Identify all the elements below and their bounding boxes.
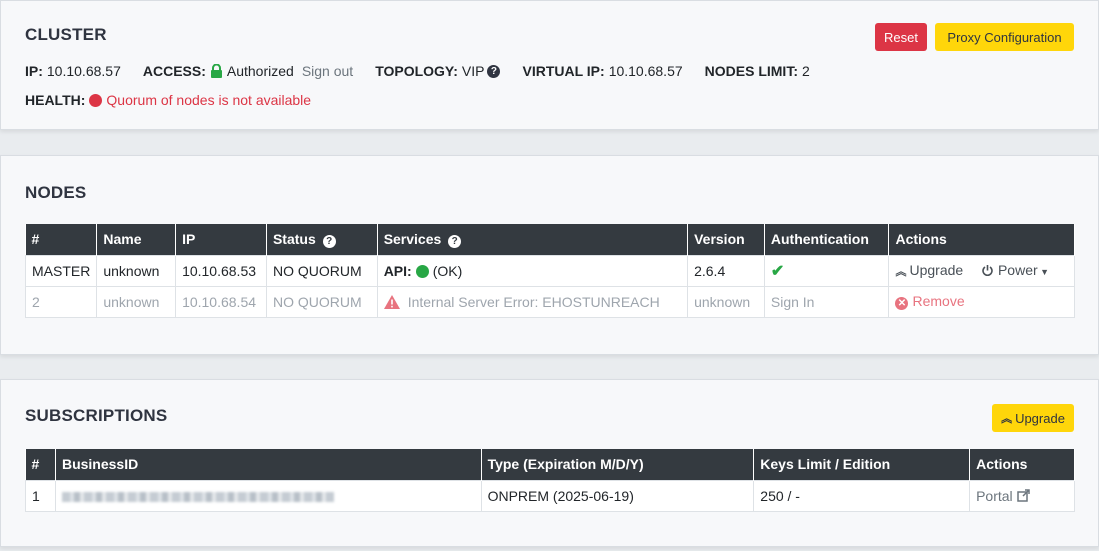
power-icon bbox=[982, 265, 993, 276]
node-services: Internal Server Error: EHOSTUNREACH bbox=[376, 285, 689, 318]
question-circle-icon[interactable]: ? bbox=[487, 64, 501, 78]
health-value: Quorum of nodes is not available bbox=[106, 92, 312, 108]
nodes-limit-value: 2 bbox=[802, 63, 810, 79]
green-dot-icon bbox=[415, 264, 429, 278]
col-actions: Actions bbox=[888, 224, 1075, 255]
service-error: Internal Server Error: EHOSTUNREACH bbox=[407, 293, 660, 310]
subscription-business-id bbox=[54, 479, 482, 512]
table-row: 1 ONPREM (2025-06-19) 250 / - Portal bbox=[25, 479, 1075, 512]
col-business-id: BusinessID bbox=[55, 449, 482, 480]
red-dot-icon bbox=[89, 93, 103, 107]
virtual-ip-value: 10.10.68.57 bbox=[608, 63, 683, 79]
portal-link[interactable]: Portal bbox=[969, 479, 1075, 512]
ip-group: IP: 10.10.68.57 bbox=[25, 63, 121, 79]
nodes-limit-group: NODES LIMIT: 2 bbox=[705, 63, 810, 79]
lock-icon bbox=[210, 64, 222, 78]
angle-double-up-icon: ︽ bbox=[895, 266, 907, 278]
nodes-panel: NODES # Name IP Status ? Services ? Vers… bbox=[0, 155, 1099, 355]
node-status: NO QUORUM bbox=[265, 285, 378, 318]
subscription-num: 1 bbox=[25, 479, 56, 512]
table-row: 2 unknown 10.10.68.54 NO QUORUM Internal… bbox=[24, 285, 1075, 318]
node-name: unknown bbox=[96, 254, 177, 287]
node-sign-in-link[interactable]: Sign In bbox=[763, 285, 890, 318]
angle-double-up-icon: ︽ bbox=[1001, 413, 1013, 425]
caret-down-icon: ▼ bbox=[1037, 267, 1050, 277]
col-services: Services ? bbox=[377, 224, 689, 255]
col-authentication: Authentication bbox=[764, 224, 890, 255]
service-label: API: bbox=[383, 262, 412, 279]
table-row: MASTER unknown 10.10.68.53 NO QUORUM API… bbox=[24, 254, 1075, 287]
question-circle-icon[interactable]: ? bbox=[322, 234, 336, 248]
upgrade-node-label: Upgrade bbox=[909, 262, 964, 278]
node-name: unknown bbox=[96, 285, 177, 318]
question-circle-icon[interactable]: ? bbox=[448, 234, 462, 248]
remove-label: Remove bbox=[912, 293, 965, 309]
access-value: Authorized bbox=[226, 63, 294, 79]
reset-button[interactable]: Reset bbox=[875, 23, 927, 51]
node-version: unknown bbox=[687, 285, 765, 318]
nodes-title: NODES bbox=[25, 183, 87, 202]
upgrade-subscription-button[interactable]: ︽ Upgrade bbox=[992, 404, 1074, 432]
node-num: MASTER bbox=[24, 254, 98, 287]
node-ip: 10.10.68.53 bbox=[175, 254, 267, 287]
virtual-ip-label: VIRTUAL IP: bbox=[522, 63, 605, 79]
nodes-header-row: # Name IP Status ? Services ? Version Au… bbox=[25, 224, 1075, 255]
subscription-type: ONPREM (2025-06-19) bbox=[480, 479, 755, 512]
times-circle-icon: ✕ bbox=[895, 297, 909, 310]
proxy-configuration-button[interactable]: Proxy Configuration bbox=[935, 23, 1074, 51]
col-name: Name bbox=[96, 224, 177, 255]
power-dropdown[interactable]: Power ▼ bbox=[981, 262, 1049, 278]
nodes-table: # Name IP Status ? Services ? Version Au… bbox=[24, 224, 1075, 318]
node-num: 2 bbox=[24, 285, 98, 318]
health-label: HEALTH: bbox=[25, 92, 86, 108]
nodes-limit-label: NODES LIMIT: bbox=[704, 63, 798, 79]
node-authentication: ✔ bbox=[763, 254, 890, 287]
col-services-label: Services bbox=[383, 230, 442, 247]
redacted-business-id bbox=[61, 491, 334, 502]
service-value: (OK) bbox=[432, 262, 463, 279]
col-num: # bbox=[25, 449, 56, 480]
col-version: Version bbox=[687, 224, 765, 255]
check-icon: ✔ bbox=[770, 262, 785, 280]
sign-out-link[interactable]: Sign out bbox=[302, 63, 353, 79]
upgrade-node-button[interactable]: ︽ Upgrade bbox=[895, 262, 963, 278]
subscriptions-title: SUBSCRIPTIONS bbox=[25, 406, 168, 425]
cluster-info-row: IP: 10.10.68.57 ACCESS: Authorized Sign … bbox=[25, 63, 832, 79]
access-group: ACCESS: Authorized Sign out bbox=[143, 63, 353, 79]
power-label: Power bbox=[997, 262, 1038, 278]
topology-label: TOPOLOGY: bbox=[375, 63, 458, 79]
virtual-ip-group: VIRTUAL IP: 10.10.68.57 bbox=[522, 63, 682, 79]
portal-label: Portal bbox=[976, 487, 1013, 504]
col-actions: Actions bbox=[969, 449, 1075, 480]
remove-node-button[interactable]: ✕ Remove bbox=[895, 293, 965, 310]
upgrade-subscription-label: Upgrade bbox=[1015, 410, 1065, 426]
col-type: Type (Expiration M/D/Y) bbox=[481, 449, 755, 480]
col-status-label: Status bbox=[272, 230, 316, 247]
cluster-panel: CLUSTER Reset Proxy Configuration IP: 10… bbox=[0, 0, 1099, 130]
external-link-icon bbox=[1016, 488, 1030, 502]
topology-value: VIP bbox=[461, 63, 485, 79]
cluster-title: CLUSTER bbox=[25, 25, 107, 44]
node-actions: ✕ Remove bbox=[888, 285, 1075, 318]
node-version: 2.6.4 bbox=[687, 254, 765, 287]
ip-value: 10.10.68.57 bbox=[46, 63, 121, 79]
subscriptions-panel: SUBSCRIPTIONS ︽ Upgrade # BusinessID Type… bbox=[0, 379, 1099, 547]
warning-triangle-icon bbox=[383, 294, 400, 309]
subscriptions-table: # BusinessID Type (Expiration M/D/Y) Key… bbox=[25, 449, 1075, 512]
topology-group: TOPOLOGY: VIP ? bbox=[375, 63, 501, 79]
ip-label: IP: bbox=[25, 63, 43, 79]
node-status: NO QUORUM bbox=[265, 254, 378, 287]
subscriptions-header-row: # BusinessID Type (Expiration M/D/Y) Key… bbox=[25, 449, 1075, 480]
subscription-keys: 250 / - bbox=[753, 479, 971, 512]
col-status: Status ? bbox=[266, 224, 378, 255]
col-num: # bbox=[25, 224, 98, 255]
node-actions: ︽ Upgrade Power ▼ bbox=[888, 254, 1075, 287]
health-row: HEALTH: Quorum of nodes is not available bbox=[25, 92, 311, 108]
col-ip: IP bbox=[175, 224, 267, 255]
access-label: ACCESS: bbox=[142, 63, 206, 79]
node-ip: 10.10.68.54 bbox=[175, 285, 267, 318]
node-services: API: (OK) bbox=[376, 254, 689, 287]
col-keys-limit: Keys Limit / Edition bbox=[753, 449, 971, 480]
